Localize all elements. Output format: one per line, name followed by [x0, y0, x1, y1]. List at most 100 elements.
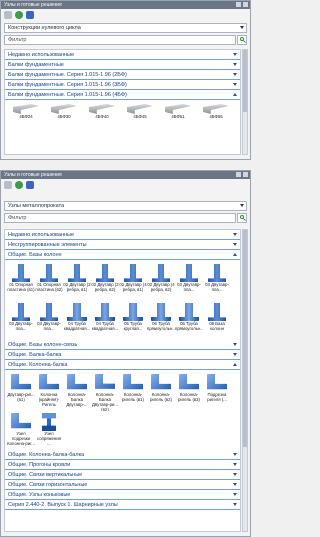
group-header[interactable]: Общие. Базы колонн-связь [5, 340, 240, 350]
list-item[interactable]: 02 Двутавр (4 ребра, в2) [147, 262, 175, 301]
group-header-open[interactable]: Общие. Базы колонн [5, 250, 240, 260]
list-item[interactable]: Колонна-ригель (в2) [147, 372, 175, 411]
joint-icon [67, 374, 87, 390]
list-item[interactable]: Колонна-Балка Двутавр-... [63, 372, 91, 411]
group-header[interactable]: Несгруппированные элементы [5, 240, 240, 250]
chevron-up-icon [233, 93, 237, 96]
catalog-select[interactable]: Узлы металлопроката [4, 201, 247, 211]
group-header-open[interactable]: Общие. Колонна-балка [5, 360, 240, 370]
joint-icon [123, 374, 143, 390]
panel-title: Узлы и готовые решения [4, 2, 62, 8]
titlebar-buttons [236, 2, 248, 7]
list-item[interactable]: 01 Опорная пластина (в2) [35, 262, 63, 301]
scrollbar-thumb[interactable] [243, 230, 247, 447]
beam-icon [165, 104, 191, 114]
filter-input[interactable]: Фильтр [4, 35, 236, 45]
group-header-open[interactable]: Балки фундаментные. Серия 1.015-1.96 (4Б… [5, 90, 240, 100]
group-header[interactable]: Недавно использованные [5, 230, 240, 240]
group-header[interactable]: Балки фундаментные [5, 60, 240, 70]
group-header[interactable]: Серия 2.440-2. Выпуск 1. Шарнирные узлы [5, 500, 240, 510]
group-header[interactable]: Недавно использованные [5, 50, 240, 60]
beam-icon [203, 104, 229, 114]
chevron-down-icon [240, 204, 244, 207]
group-header[interactable]: Общие. Связи вертикальные [5, 470, 240, 480]
scrollbar[interactable] [242, 49, 248, 155]
panel-toolbar [1, 9, 250, 21]
list-item[interactable]: 4БФ55 [197, 102, 235, 124]
chevron-down-icon [233, 493, 237, 496]
catalog-icon[interactable] [4, 181, 12, 189]
group-header[interactable]: Балки фундаментные. Серия 1.015-1.96 (2Б… [5, 70, 240, 80]
list-item[interactable]: 02 Двутавр (2 ребра, в2) [91, 262, 119, 301]
list-item[interactable]: Узел подрезки Колонна-риг... [7, 411, 35, 450]
list-item[interactable]: 01 Опорная пластина (в1) [7, 262, 35, 301]
list-item[interactable]: 05 Труба круглая... [119, 301, 147, 340]
column-base-icon [68, 264, 86, 282]
list-item[interactable]: Колонна (крайняя)-Ригель [35, 372, 63, 411]
joint-icon [207, 374, 227, 390]
chevron-up-icon [233, 363, 237, 366]
list-item[interactable]: Двутавр-риг... (в1) [7, 372, 35, 411]
group-header[interactable]: Общие. Балка-балка [5, 350, 240, 360]
list-item[interactable]: 08 База колонн [203, 301, 231, 340]
panel-titlebar[interactable]: Узлы и готовые решения [1, 171, 250, 179]
joint-icon [11, 413, 31, 429]
list-item[interactable]: Колонна-ригель (в3) [175, 372, 203, 411]
titlebar-buttons [236, 172, 248, 177]
list-item[interactable]: 03 Двутавр-пла... [203, 262, 231, 301]
close-icon[interactable] [243, 172, 248, 177]
list-item[interactable]: 4БФ51 [159, 102, 197, 124]
list-item[interactable]: Колонна-Балка Двутавр-ри...(в2) [91, 372, 119, 411]
catalog-select[interactable]: Конструкции нулевого цикла [4, 23, 247, 33]
scrollbar-thumb[interactable] [243, 50, 247, 113]
list-item[interactable]: 06 Труба прямоугольн... [147, 301, 175, 340]
column-base-icon [208, 303, 226, 321]
list-item[interactable]: 4БФ45 [121, 102, 159, 124]
list-item[interactable]: 4БФ40 [83, 102, 121, 124]
scrollbar[interactable] [242, 229, 248, 532]
tube-base-icon [67, 303, 87, 321]
group-header[interactable]: Общие. Узлы коньковые [5, 490, 240, 500]
chevron-down-icon [233, 83, 237, 86]
beam-icon [89, 104, 115, 114]
catalog-icon[interactable] [4, 11, 12, 19]
list-item[interactable]: 03 Двутавр-пла... [7, 301, 35, 340]
pin-icon[interactable] [236, 172, 241, 177]
group-header[interactable]: Общие. Колонна-балка-балка [5, 450, 240, 460]
list-item[interactable]: 4БФ30 [45, 102, 83, 124]
group-header[interactable]: Балки фундаментные. Серия 1.015-1.96 (3Б… [5, 80, 240, 90]
search-button[interactable] [237, 35, 247, 45]
panel-toolbar [1, 179, 250, 191]
list-item[interactable]: Подрезка ригеля (... [203, 372, 231, 411]
group-header[interactable]: Общие. Связи горизонтальные [5, 480, 240, 490]
filter-row: Фильтр [4, 35, 247, 45]
group-header[interactable]: Общие. Прогоны кровли [5, 460, 240, 470]
close-icon[interactable] [243, 2, 248, 7]
column-base-icon [40, 303, 58, 321]
list-item[interactable]: 04 Труба квадратная... [91, 301, 119, 340]
settings-icon[interactable] [26, 11, 34, 19]
list-item[interactable]: 03 Двутавр-пла... [35, 301, 63, 340]
refresh-icon[interactable] [15, 181, 23, 189]
refresh-icon[interactable] [15, 11, 23, 19]
search-button[interactable] [237, 213, 247, 223]
list-item[interactable]: Колонна-ригель (в1) [119, 372, 147, 411]
filter-input[interactable]: Фильтр [4, 213, 236, 223]
list-item[interactable]: 03 Двутавр-пла... [175, 262, 203, 301]
list-item[interactable]: 04 Труба квадратная... [63, 301, 91, 340]
list-item[interactable]: 4БФ24 [7, 102, 45, 124]
list-item[interactable]: 06 Труба прямоугольн... [175, 301, 203, 340]
list-item[interactable]: Узел сопряжения ... [35, 411, 63, 450]
beam-icon [127, 104, 153, 114]
list-item[interactable]: 02 Двутавр (4 ребра, в1) [119, 262, 147, 301]
groups-list[interactable]: Недавно использованные Балки фундаментны… [4, 49, 241, 155]
pin-icon[interactable] [236, 2, 241, 7]
settings-icon[interactable] [26, 181, 34, 189]
chevron-up-icon [233, 253, 237, 256]
list-item[interactable]: 02 Двутавр (2 ребра, в1) [63, 262, 91, 301]
panel-titlebar[interactable]: Узлы и готовые решения [1, 1, 250, 9]
groups-list[interactable]: Недавно использованные Несгруппированные… [4, 229, 241, 532]
nodes-panel-top: Узлы и готовые решения Конструкции нулев… [0, 0, 251, 160]
filter-row: Фильтр [4, 213, 247, 223]
joint-icon [39, 374, 59, 390]
